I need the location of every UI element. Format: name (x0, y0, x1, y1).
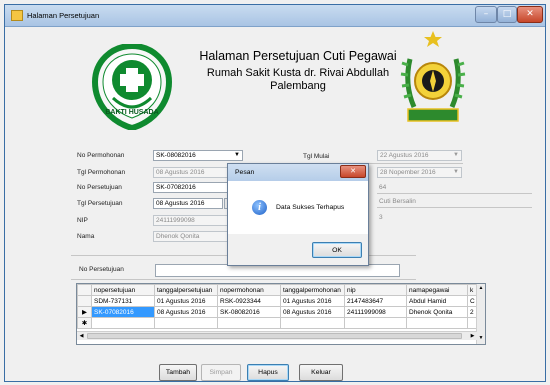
no-permohonan-value: SK-08082016 (156, 152, 196, 159)
dialog-title-bar[interactable]: Pesan ✕ (228, 164, 368, 181)
window-title: Halaman Persetujuan (27, 11, 100, 20)
table-cell[interactable] (217, 317, 281, 329)
extra-field: 3 (379, 214, 383, 221)
dialog-title: Pesan (235, 169, 255, 176)
dropdown-arrow-icon: ▼ (453, 169, 459, 175)
table-cell[interactable] (406, 317, 468, 329)
bakti-husada-logo: BAKTI HUSADA (91, 44, 173, 130)
page-title: Halaman Persetujuan Cuti Pegawai (199, 49, 397, 63)
hospital-emblem-logo (400, 31, 466, 122)
table-cell[interactable]: SK-08082016 (217, 306, 281, 318)
table-cell[interactable] (91, 317, 155, 329)
table-cell[interactable]: Dhenok Qonita (406, 306, 468, 318)
minimize-button[interactable]: – (475, 6, 497, 23)
page-subtitle: Rumah Sakit Kusta dr. Rivai Abdullah Pal… (183, 67, 413, 93)
subtitle-line2: Palembang (270, 80, 326, 92)
close-window-button[interactable]: ✕ (517, 6, 543, 23)
tgl-selesai-value: 28 Nopember 2016 (380, 169, 436, 176)
maximize-button[interactable]: □ (497, 6, 517, 23)
divider (71, 279, 416, 280)
tgl-mulai-value: 22 Agustus 2016 (380, 152, 429, 159)
ok-button[interactable]: OK (312, 242, 362, 258)
vertical-scrollbar[interactable]: ▲ ▼ (476, 284, 485, 344)
table-cell[interactable]: Abdul Hamid (406, 295, 468, 307)
scroll-left-icon[interactable]: ◀ (77, 332, 86, 341)
table-cell[interactable]: 01 Agustus 2016 (280, 295, 345, 307)
table-cell[interactable]: 24111999098 (344, 306, 407, 318)
divider (377, 207, 532, 208)
table-cell[interactable]: 08 Agustus 2016 (280, 306, 345, 318)
dialog-close-button[interactable]: ✕ (340, 165, 366, 178)
persetujuan-grid[interactable]: nopersetujuan tanggalpersetujuan nopermo… (76, 283, 486, 345)
nama-field: Dhenok Qonita (153, 231, 237, 242)
table-row-selected[interactable]: ▶ SK-07082016 08 Agustus 2016 SK-0808201… (77, 306, 478, 318)
table-cell[interactable] (280, 317, 345, 329)
table-row-new[interactable]: ✱ (77, 317, 478, 329)
scroll-thumb[interactable] (87, 333, 462, 339)
no-permohonan-label: No Permohonan (77, 152, 125, 159)
message-dialog: Pesan ✕ i Data Sukses Terhapus OK (227, 163, 369, 266)
keluar-button[interactable]: Keluar (299, 364, 343, 381)
row-marker[interactable]: ✱ (77, 317, 92, 329)
table-row[interactable]: SDM-737131 01 Agustus 2016 RSK-0923344 0… (77, 295, 478, 307)
table-cell[interactable]: 08 Agustus 2016 (154, 306, 218, 318)
simpan-button[interactable]: Simpan (201, 364, 241, 381)
tgl-permohonan-label: Tgl Permohonan (77, 169, 126, 176)
main-window: Halaman Persetujuan – □ ✕ BAKTI HUSADA H… (4, 4, 546, 382)
tgl-selesai-field: 28 Nopember 2016 ▼ (377, 167, 462, 178)
grid-table: nopersetujuan tanggalpersetujuan nopermo… (77, 284, 478, 329)
column-header[interactable]: nopermohonan (217, 284, 281, 296)
horizontal-scrollbar[interactable]: ◀ ▶ (77, 331, 477, 340)
table-cell[interactable]: 01 Agustus 2016 (154, 295, 218, 307)
column-header[interactable]: tanggalpermohonan (280, 284, 345, 296)
tgl-mulai-field: 22 Agustus 2016 ▼ (377, 150, 462, 161)
dialog-body: i Data Sukses Terhapus (228, 181, 368, 234)
app-icon (11, 10, 23, 21)
subtitle-line1: Rumah Sakit Kusta dr. Rivai Abdullah (206, 67, 390, 79)
column-header[interactable]: nip (344, 284, 407, 296)
row-marker[interactable]: ▶ (77, 306, 92, 318)
dialog-message: Data Sukses Terhapus (276, 204, 345, 211)
no-persetujuan-label: No Persetujuan (77, 184, 122, 191)
dropdown-arrow-icon: ▼ (453, 152, 459, 158)
divider (377, 193, 532, 194)
table-cell[interactable]: RSK-0923344 (217, 295, 281, 307)
scroll-right-icon[interactable]: ▶ (468, 332, 477, 341)
tambah-button[interactable]: Tambah (159, 364, 197, 381)
tgl-persetujuan-label: Tgl Persetujuan (77, 200, 123, 207)
table-cell[interactable] (344, 317, 407, 329)
nip-field: 24111999098 (153, 215, 237, 226)
table-cell[interactable] (154, 317, 218, 329)
tgl-permohonan-field: 08 Agustus 2016 (153, 167, 237, 178)
search-label: No Persetujuan (79, 266, 124, 273)
tgl-persetujuan-input[interactable]: 08 Agustus 2016 (153, 198, 223, 209)
row-header-corner (77, 284, 92, 296)
table-cell[interactable]: SDM-737131 (91, 295, 155, 307)
nama-label: Nama (77, 233, 95, 240)
logo-left-text: BAKTI HUSADA (105, 109, 158, 116)
scroll-up-icon[interactable]: ▲ (477, 284, 485, 293)
tgl-mulai-label: Tgl Mulai (303, 153, 330, 160)
dropdown-arrow-icon[interactable]: ▼ (232, 151, 242, 160)
row-marker[interactable] (77, 295, 92, 307)
info-icon: i (252, 200, 267, 215)
table-cell[interactable]: SK-07082016 (91, 306, 155, 318)
grid-header-row: nopersetujuan tanggalpersetujuan nopermo… (77, 284, 478, 296)
no-permohonan-combo[interactable]: SK-08082016 ▼ (153, 150, 243, 161)
hapus-button[interactable]: Hapus (247, 364, 289, 381)
column-header[interactable]: tanggalpersetujuan (154, 284, 218, 296)
scroll-down-icon[interactable]: ▼ (477, 334, 485, 343)
table-cell[interactable]: 2147483647 (344, 295, 407, 307)
no-persetujuan-input[interactable]: SK-07082016 (153, 182, 237, 193)
nip-label: NIP (77, 217, 88, 224)
column-header[interactable]: namapegawai (406, 284, 468, 296)
title-bar[interactable]: Halaman Persetujuan – □ ✕ (5, 5, 545, 27)
column-header[interactable]: nopersetujuan (91, 284, 155, 296)
